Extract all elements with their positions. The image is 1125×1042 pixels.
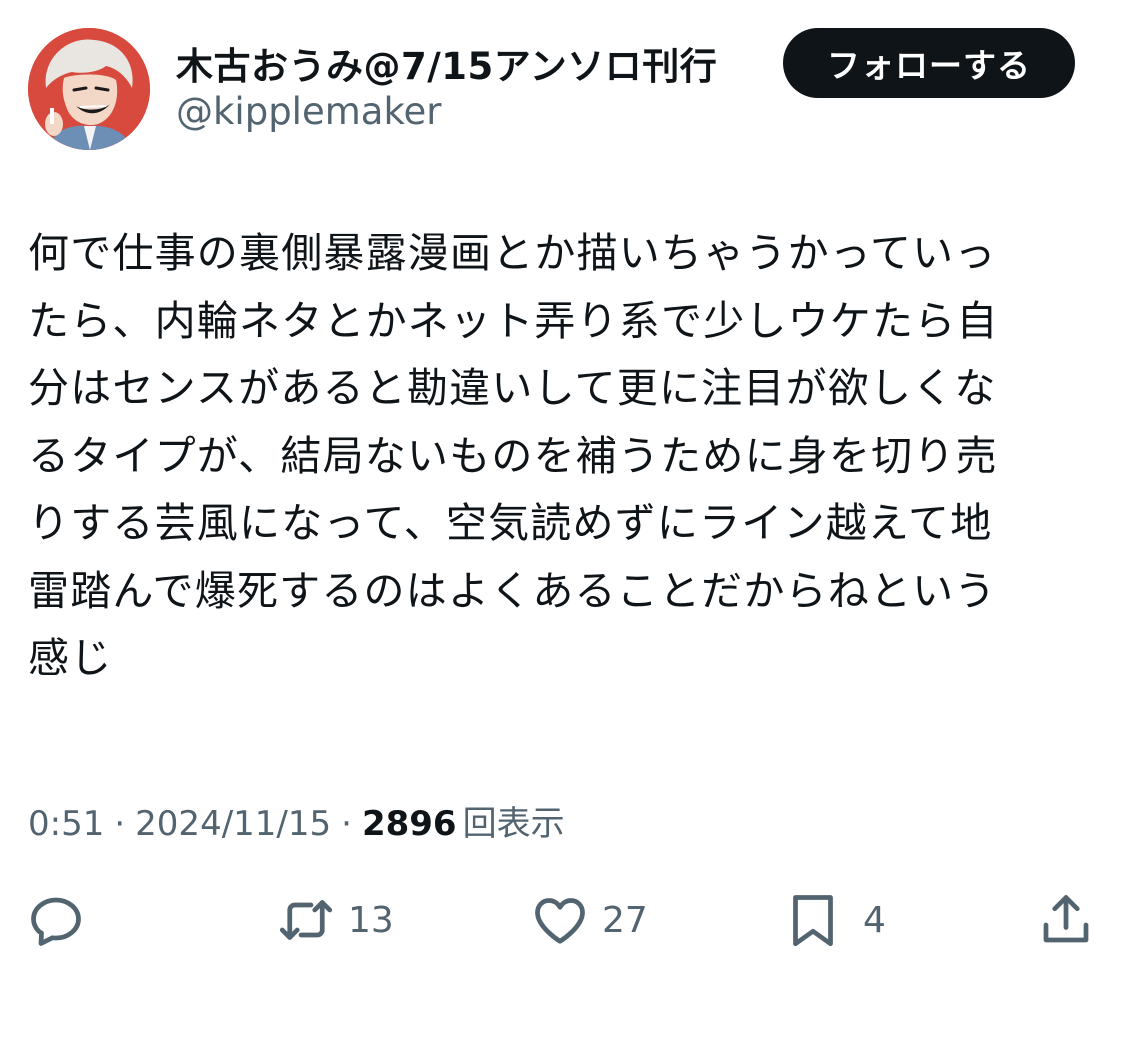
bookmark-button[interactable]: 4 — [783, 880, 886, 960]
repost-icon — [279, 900, 333, 940]
tweet-text-line: 分はセンスがあると勘違いして更に注目が欲しくな — [28, 364, 997, 412]
share-button[interactable] — [1036, 880, 1096, 960]
author-display-name[interactable]: 木古おうみ@7/15アンソロ刊行 — [176, 36, 717, 90]
user-avatar-icon — [28, 28, 150, 150]
repost-count: 13 — [348, 899, 394, 941]
author-handle[interactable]: @kipplemaker — [176, 90, 442, 133]
like-count: 27 — [602, 899, 648, 941]
like-button[interactable]: 27 — [530, 880, 648, 960]
views-label[interactable]: 回表示 — [463, 796, 565, 845]
reply-icon — [31, 897, 81, 946]
tweet-text-line: 雷踏んで爆死するのはよくあることだからねという — [28, 566, 997, 615]
bookmark-count: 4 — [863, 899, 886, 941]
tweet-time[interactable]: 0:51 — [28, 804, 104, 844]
tweet-action-bar: 13 27 4 — [0, 880, 1125, 960]
tweet-text-line: 何で仕事の裏側暴露漫画とか描いちゃうかっていっ — [28, 229, 997, 277]
tweet-date[interactable]: 2024/11/15 — [135, 804, 331, 844]
tweet-text-line: 感じ — [28, 634, 113, 682]
repost-button[interactable]: 13 — [276, 880, 394, 960]
avatar[interactable] — [28, 28, 150, 150]
heart-icon — [535, 898, 585, 944]
bookmark-icon — [793, 895, 833, 947]
follow-button[interactable]: フォローする — [783, 28, 1075, 98]
meta-separator: · — [341, 804, 352, 844]
tweet-meta: 0:51 · 2024/11/15 · 2896 回表示 — [28, 796, 565, 845]
share-icon — [1043, 895, 1089, 943]
tweet-text-line: たら、内輪ネタとかネット弄り系で少しウケたら自 — [28, 296, 999, 345]
tweet-text: 何で仕事の裏側暴露漫画とか描いちゃうかっていっ たら、内輪ネタとかネット弄り系で… — [28, 220, 1088, 693]
meta-separator: · — [114, 804, 126, 844]
tweet-text-line: るタイプが、結局ないものを補うために身を切り売 — [28, 431, 998, 480]
reply-button[interactable] — [26, 880, 86, 960]
views-count[interactable]: 2896 — [362, 804, 457, 844]
tweet-text-line: りする芸風になって、空気読めずにライン越えて地 — [28, 499, 993, 547]
